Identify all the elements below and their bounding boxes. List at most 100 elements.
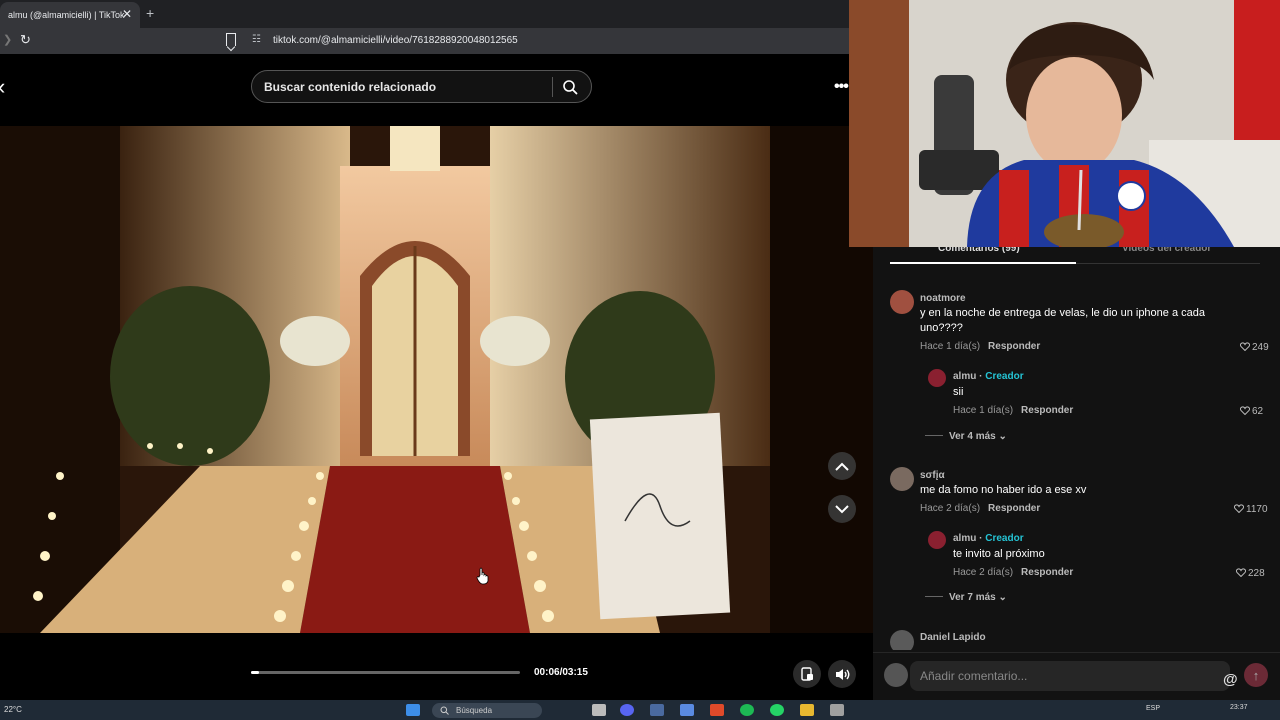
- reply-text: sii: [953, 386, 964, 398]
- search-icon[interactable]: [562, 79, 578, 95]
- reply-username-text: almu: [953, 533, 977, 544]
- browser-tab[interactable]: almu (@almamicielli) | TikTok ✕: [0, 2, 140, 28]
- comment-username[interactable]: Daniel Lapido: [920, 632, 986, 643]
- reply-username[interactable]: almu · Creador: [953, 533, 1024, 544]
- divider-dash: [925, 435, 943, 436]
- chevron-down-icon: ⌄: [998, 431, 1007, 442]
- comment-text: y en la noche de entrega de velas, le di…: [920, 307, 1205, 334]
- tab-divider: [1076, 263, 1260, 264]
- creator-badge: Creador: [985, 533, 1024, 544]
- view-more-replies[interactable]: Ver 4 más ⌄: [925, 431, 1007, 442]
- clock[interactable]: 23:37: [1230, 704, 1248, 711]
- discord-icon[interactable]: [620, 704, 634, 716]
- chevron-down-icon: ⌄: [998, 592, 1007, 603]
- chevron-down-icon: [835, 504, 849, 513]
- comment-username[interactable]: noatmore: [920, 293, 966, 304]
- close-video-icon[interactable]: ‹: [0, 74, 5, 100]
- reply-time: Hace 1 día(s): [953, 405, 1014, 416]
- video-progress-bar[interactable]: [251, 671, 520, 674]
- mention-icon[interactable]: @: [1223, 671, 1238, 688]
- send-comment-button[interactable]: ↑: [1244, 663, 1268, 687]
- bookmark-icon[interactable]: [226, 33, 236, 46]
- reply-button[interactable]: Responder: [988, 503, 1040, 514]
- taskbar-search-label: Búsqueda: [456, 706, 493, 715]
- pip-icon: [800, 667, 813, 681]
- like-button[interactable]: 62: [1240, 406, 1263, 417]
- comment-input-bar: Añadir comentario... @ ☺ ↑: [873, 652, 1280, 700]
- more-options-icon[interactable]: •••: [834, 78, 849, 96]
- chevron-up-icon: [835, 462, 849, 471]
- reply-username[interactable]: almu · Creador: [953, 371, 1024, 382]
- url-field[interactable]: tiktok.com/@almamicielli/video/761828892…: [273, 35, 518, 46]
- avatar[interactable]: [890, 630, 914, 650]
- comment-meta: Hace 2 día(s) Responder: [920, 503, 1040, 514]
- comment-time: Hace 1 día(s): [920, 341, 981, 352]
- reply-button[interactable]: Responder: [988, 341, 1040, 352]
- avatar[interactable]: [928, 369, 946, 387]
- folder-icon[interactable]: [800, 704, 814, 716]
- app-icon[interactable]: [680, 704, 694, 716]
- webcam-image: [849, 0, 1280, 247]
- site-info-icon[interactable]: ☷: [252, 34, 261, 45]
- search-divider: [552, 77, 553, 97]
- webcam-overlay: [849, 0, 1280, 247]
- like-button[interactable]: 249: [1240, 342, 1269, 353]
- avatar[interactable]: [928, 531, 946, 549]
- weather-widget[interactable]: 22°C: [4, 705, 22, 714]
- picture-in-picture-button[interactable]: [793, 660, 821, 688]
- heart-icon: [1236, 568, 1246, 577]
- volume-button[interactable]: [828, 660, 856, 688]
- volume-icon: [835, 668, 849, 680]
- view-more-label: Ver 7 más: [949, 592, 996, 603]
- avatar[interactable]: [890, 290, 914, 314]
- view-more-replies[interactable]: Ver 7 más ⌄: [925, 592, 1007, 603]
- reply-username-text: almu: [953, 371, 977, 382]
- like-button[interactable]: 228: [1236, 568, 1265, 579]
- app-icon[interactable]: [650, 704, 664, 716]
- new-tab-button[interactable]: +: [146, 5, 154, 21]
- video-player[interactable]: [0, 126, 873, 633]
- like-count: 62: [1252, 406, 1264, 417]
- like-count: 1170: [1246, 504, 1268, 515]
- progress-fill: [251, 671, 260, 674]
- windows-start-icon[interactable]: [406, 704, 420, 716]
- search-input[interactable]: Buscar contenido relacionado: [264, 80, 436, 94]
- heart-icon: [1240, 406, 1250, 415]
- divider-dash: [925, 596, 943, 597]
- avatar[interactable]: [890, 467, 914, 491]
- close-tab-icon[interactable]: ✕: [122, 7, 132, 21]
- browser-tab-bar: almu (@almamicielli) | TikTok ✕ +: [0, 0, 850, 28]
- video-frame: [0, 126, 873, 633]
- hand-cursor-icon: [476, 567, 489, 585]
- reply-time: Hace 2 día(s): [953, 567, 1014, 578]
- comment-text: me da fomo no haber ido a ese xv: [920, 484, 1087, 496]
- language-indicator[interactable]: ESP: [1146, 705, 1160, 712]
- reply-button[interactable]: Responder: [1021, 405, 1073, 416]
- like-button[interactable]: 1170: [1234, 504, 1268, 515]
- view-more-label: Ver 4 más: [949, 431, 996, 442]
- comment-username[interactable]: sσfįα: [920, 470, 945, 481]
- reload-icon[interactable]: ↻: [20, 32, 31, 48]
- app-icon[interactable]: [830, 704, 844, 716]
- spotify-icon[interactable]: [740, 704, 754, 716]
- like-count: 228: [1248, 568, 1265, 579]
- browser-tab-title: almu (@almamicielli) | TikTok: [8, 10, 125, 20]
- task-view-icon[interactable]: [592, 704, 606, 716]
- next-video-button[interactable]: [828, 495, 856, 523]
- arrow-up-icon: ↑: [1252, 667, 1260, 683]
- taskbar-search[interactable]: Búsqueda: [432, 703, 542, 718]
- heart-icon: [1234, 504, 1244, 513]
- comment-placeholder: Añadir comentario...: [920, 669, 1028, 683]
- browser-icon[interactable]: [710, 704, 724, 716]
- previous-video-button[interactable]: [828, 452, 856, 480]
- active-tab-indicator: [890, 262, 1076, 264]
- whatsapp-icon[interactable]: [770, 704, 784, 716]
- reply-button[interactable]: Responder: [1021, 567, 1073, 578]
- comment-time: Hace 2 día(s): [920, 503, 981, 514]
- comment-meta: Hace 1 día(s) Responder: [920, 341, 1040, 352]
- comment-input[interactable]: Añadir comentario... @ ☺: [910, 661, 1263, 691]
- reply-text: te invito al próximo: [953, 548, 1045, 560]
- comment-item: Daniel Lapido: [890, 628, 1270, 650]
- forward-icon[interactable]: ❯: [3, 33, 12, 46]
- search-bar[interactable]: Buscar contenido relacionado: [251, 70, 592, 103]
